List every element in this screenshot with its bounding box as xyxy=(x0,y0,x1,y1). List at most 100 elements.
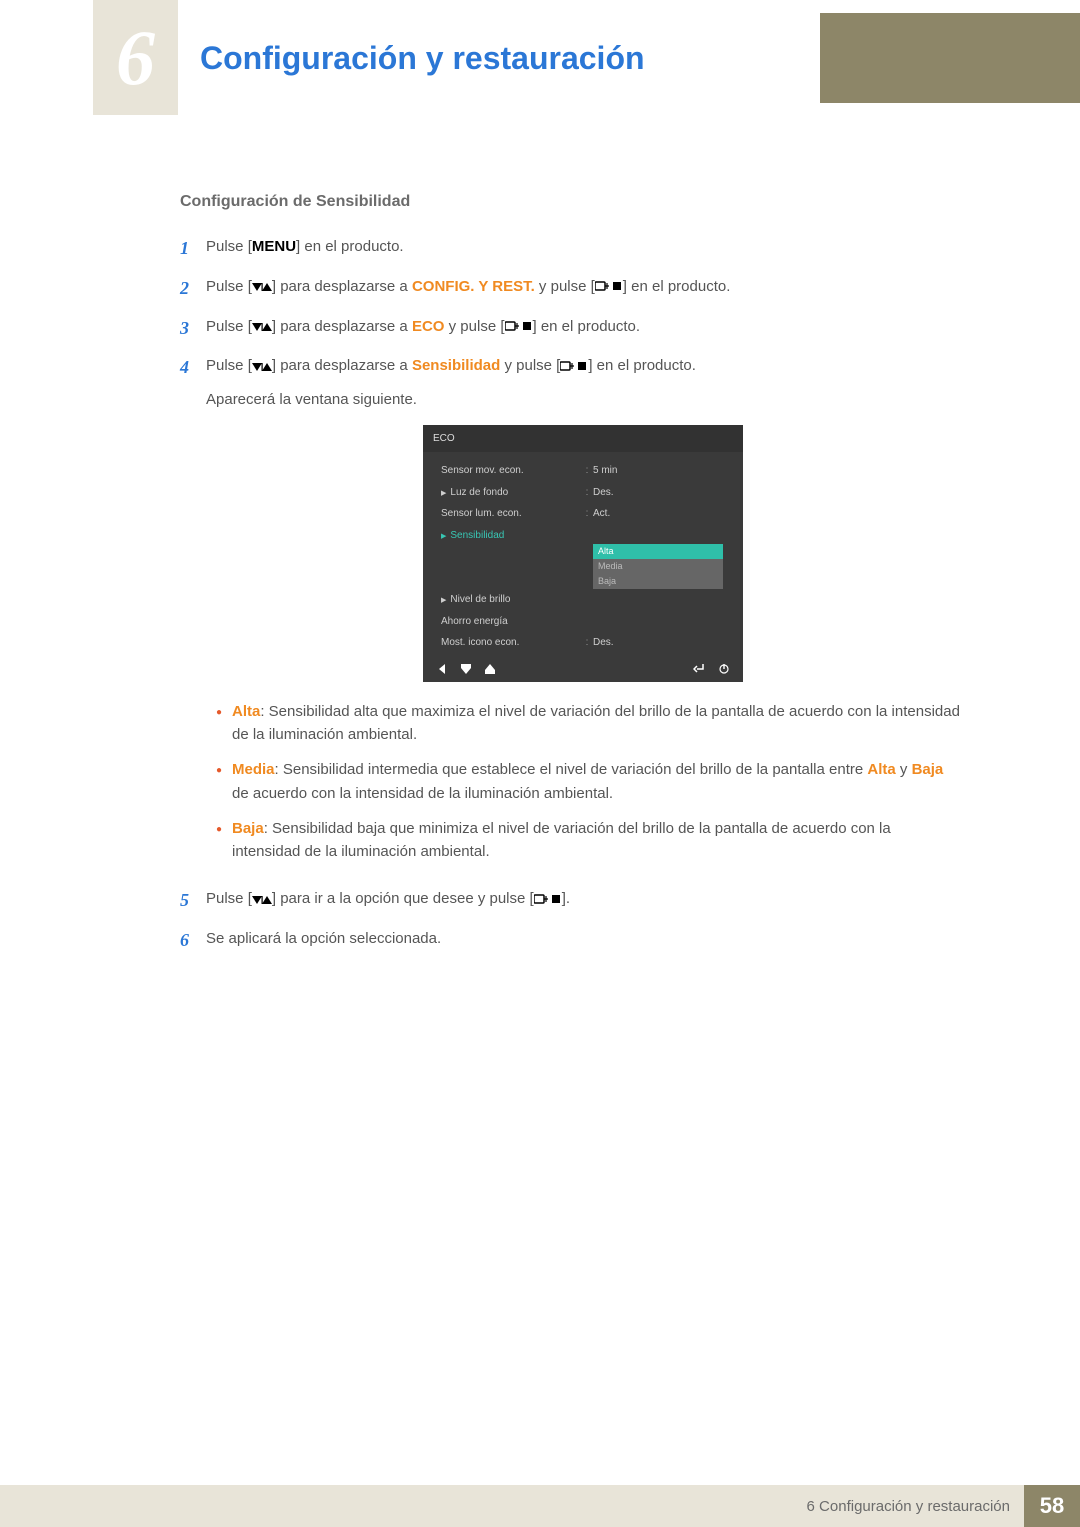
step-text: Pulse [ xyxy=(206,357,252,374)
step-number: 3 xyxy=(180,315,206,343)
chapter-number-badge: 6 xyxy=(93,0,178,115)
step-text: ] en el producto. xyxy=(296,238,404,255)
osd-row: Most. icono econ.:Des. xyxy=(441,632,731,654)
down-up-arrows-icon xyxy=(252,281,272,293)
step-text: y pulse [ xyxy=(500,357,560,374)
step-number: 6 xyxy=(180,927,206,955)
bullet-desc: : Sensibilidad alta que maximiza el nive… xyxy=(232,703,960,743)
bullet-desc: de acuerdo con la intensidad de la ilumi… xyxy=(232,785,613,802)
bullet-text: Alta: Sensibilidad alta que maximiza el … xyxy=(232,700,960,747)
bullet-desc: y xyxy=(896,761,912,778)
osd-item-label: Ahorro energía xyxy=(441,614,581,630)
osd-title: ECO xyxy=(423,425,743,453)
screen-enter-icon xyxy=(560,361,588,373)
content-area: Configuración de Sensibilidad 1 Pulse [M… xyxy=(180,190,960,967)
osd-row: Luz de fondo:Des. xyxy=(441,482,731,504)
osd-row: Sensor lum. econ.:Act. xyxy=(441,503,731,525)
step-text: y pulse [ xyxy=(444,318,504,335)
osd-row: Sensor mov. econ.:5 min xyxy=(441,460,731,482)
osd-item-value xyxy=(593,614,731,630)
osd-dropdown: AltaMediaBaja xyxy=(593,544,723,589)
footer-page-number: 58 xyxy=(1024,1485,1080,1527)
keyword-sensibilidad: Sensibilidad xyxy=(412,357,500,374)
page-title: Configuración y restauración xyxy=(200,40,645,77)
keyword-alta: Alta xyxy=(232,703,260,720)
keyword-eco: ECO xyxy=(412,318,445,335)
osd-item-value: Des. xyxy=(593,635,731,651)
step-body: Pulse [] para desplazarse a ECO y pulse … xyxy=(206,315,960,343)
osd-colon xyxy=(581,614,593,630)
step-text: ] para ir a la opción que desee y pulse … xyxy=(272,890,534,907)
step-text: ] en el producto. xyxy=(588,357,696,374)
osd-option: Alta xyxy=(593,544,723,559)
osd-item-label: Sensor mov. econ. xyxy=(441,463,581,479)
nav-left-icon xyxy=(437,664,447,674)
osd-colon: : xyxy=(581,635,593,651)
keyword-baja: Baja xyxy=(232,820,264,837)
step-text: y pulse [ xyxy=(535,278,595,295)
osd-item-value xyxy=(593,528,731,544)
osd-row: Nivel de brillo xyxy=(441,589,731,611)
step-6: 6 Se aplicará la opción seleccionada. xyxy=(180,927,960,955)
osd-item-label: Sensor lum. econ. xyxy=(441,506,581,522)
osd-option: Media xyxy=(593,559,723,574)
power-icon xyxy=(719,664,729,674)
bullet-alta: ● Alta: Sensibilidad alta que maximiza e… xyxy=(206,700,960,747)
chapter-number: 6 xyxy=(116,13,155,103)
osd-item-value: Des. xyxy=(593,485,731,501)
keyword-media: Media xyxy=(232,761,275,778)
step-5: 5 Pulse [] para ir a la opción que desee… xyxy=(180,887,960,915)
bullet-dot-icon: ● xyxy=(206,817,232,864)
footer-bar: 6 Configuración y restauración 58 xyxy=(0,1485,1080,1527)
step-text: Pulse [ xyxy=(206,318,252,335)
bullet-baja: ● Baja: Sensibilidad baja que minimiza e… xyxy=(206,817,960,864)
step-number: 1 xyxy=(180,235,206,263)
osd-colon xyxy=(581,528,593,544)
nav-down-icon xyxy=(461,664,471,674)
osd-item-label: Luz de fondo xyxy=(441,485,581,501)
step-note: Aparecerá la ventana siguiente. xyxy=(206,388,960,411)
step-text: ] en el producto. xyxy=(533,318,641,335)
step-text: Pulse [ xyxy=(206,238,252,255)
nav-up-icon xyxy=(485,664,495,674)
step-number: 5 xyxy=(180,887,206,915)
keyword-config-rest: CONFIG. Y REST. xyxy=(412,278,535,295)
osd-footer-icons xyxy=(423,658,743,682)
bullet-desc: : Sensibilidad intermedia que establece … xyxy=(275,761,868,778)
osd-screenshot: ECO Sensor mov. econ.:5 minLuz de fondo:… xyxy=(423,425,743,682)
step-1: 1 Pulse [MENU] en el producto. xyxy=(180,235,960,263)
osd-item-value: Act. xyxy=(593,506,731,522)
down-up-arrows-icon xyxy=(252,361,272,373)
step-4: 4 Pulse [ ] para desplazarse a Sensibilid… xyxy=(180,354,960,875)
osd-row: Ahorro energía xyxy=(441,611,731,633)
step-text: Pulse [ xyxy=(206,278,252,295)
osd-body: Sensor mov. econ.:5 minLuz de fondo:Des.… xyxy=(423,452,743,658)
footer-text: 6 Configuración y restauración xyxy=(807,1498,1010,1515)
bullet-text: Baja: Sensibilidad baja que minimiza el … xyxy=(232,817,960,864)
step-body: Se aplicará la opción seleccionada. xyxy=(206,927,960,955)
bullet-dot-icon: ● xyxy=(206,700,232,747)
step-body: Pulse [] para ir a la opción que desee y… xyxy=(206,887,960,915)
header-accent-bar xyxy=(820,13,1080,103)
osd-option: Baja xyxy=(593,574,723,589)
step-number: 4 xyxy=(180,354,206,875)
osd-colon: : xyxy=(581,506,593,522)
osd-item-label: Nivel de brillo xyxy=(441,592,581,608)
osd-colon: : xyxy=(581,463,593,479)
osd-colon xyxy=(581,592,593,608)
screen-enter-icon xyxy=(505,321,533,333)
osd-item-label: Sensibilidad xyxy=(441,528,581,544)
down-up-arrows-icon xyxy=(252,321,272,333)
bullet-desc: : Sensibilidad baja que minimiza el nive… xyxy=(232,820,891,860)
screen-enter-icon xyxy=(534,894,562,906)
section-title: Configuración de Sensibilidad xyxy=(180,190,960,215)
step-text: ]. xyxy=(562,890,570,907)
bullet-media: ● Media: Sensibilidad intermedia que est… xyxy=(206,758,960,805)
osd-item-value: 5 min xyxy=(593,463,731,479)
step-number: 2 xyxy=(180,275,206,303)
step-text: ] para desplazarse a xyxy=(272,357,412,374)
step-text: ] en el producto. xyxy=(623,278,731,295)
osd-item-label: Most. icono econ. xyxy=(441,635,581,651)
bullet-text: Media: Sensibilidad intermedia que estab… xyxy=(232,758,960,805)
osd-colon: : xyxy=(581,485,593,501)
